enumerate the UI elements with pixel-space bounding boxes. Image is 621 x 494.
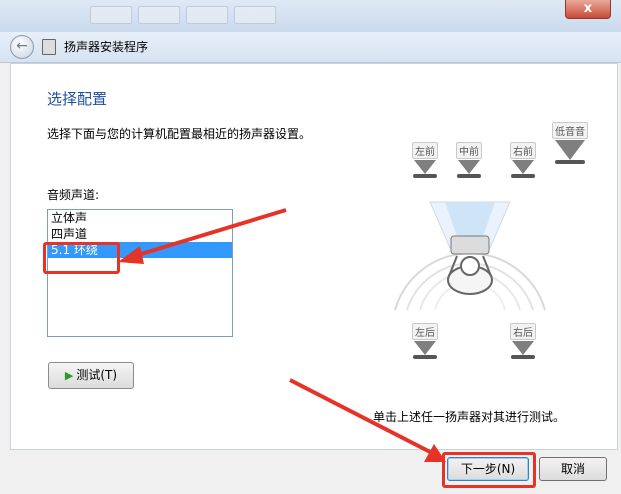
annotation-arrows xyxy=(118,208,446,462)
